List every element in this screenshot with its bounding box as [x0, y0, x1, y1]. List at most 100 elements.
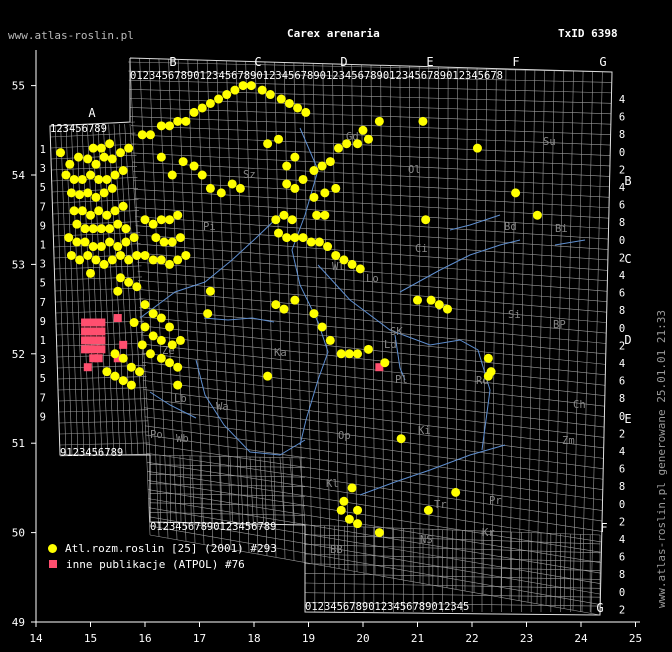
grid-line: [136, 234, 608, 271]
grid-line: [380, 65, 385, 577]
grid-line: [482, 68, 487, 595]
record-atlas: [279, 210, 289, 220]
record-atlas: [325, 157, 335, 167]
record-atlas: [178, 157, 188, 167]
grid-line: [149, 454, 306, 459]
record-atlas: [165, 358, 175, 368]
grid-line: [58, 409, 149, 413]
record-atlas: [88, 143, 98, 153]
record-atlas: [214, 94, 224, 104]
record-atlas: [274, 134, 284, 144]
record-atlas: [353, 139, 363, 149]
record-atlas: [293, 103, 303, 113]
generated-note: www.atlas-roslin.pl generowane 25.01.01 …: [655, 309, 668, 608]
record-atlas: [156, 255, 166, 265]
record-other: [97, 327, 106, 336]
record-atlas: [83, 154, 93, 164]
record-atlas: [165, 322, 175, 332]
record-atlas: [148, 255, 158, 265]
record-atlas: [66, 188, 76, 198]
record-atlas: [189, 161, 199, 171]
region-label: Kl: [326, 478, 339, 490]
record-atlas: [263, 139, 273, 149]
record-atlas: [532, 210, 542, 220]
region-label: Ka: [274, 347, 287, 359]
record-atlas: [99, 188, 109, 198]
record-atlas: [271, 300, 281, 310]
record-atlas: [110, 206, 120, 216]
record-atlas: [197, 103, 207, 113]
record-atlas: [173, 116, 183, 126]
map-title: Carex arenaria: [287, 27, 380, 40]
region-label: Lb: [174, 393, 187, 405]
grid-line: [59, 442, 150, 446]
record-atlas: [290, 152, 300, 162]
atpol-digits-bottom: 01234567890123456789012345: [305, 601, 469, 613]
atpol-digit: 3: [40, 163, 46, 175]
record-atlas: [246, 81, 256, 91]
record-atlas: [423, 505, 433, 515]
record-atlas: [135, 367, 145, 377]
record-atlas: [472, 143, 482, 153]
record-atlas: [181, 250, 191, 260]
yellow-circle-icon: [48, 543, 57, 553]
atpol-letter: A: [88, 106, 96, 120]
river: [554, 239, 586, 246]
grid-line: [189, 455, 192, 523]
x-tick-label: 24: [574, 632, 588, 645]
record-atlas: [126, 380, 136, 390]
atpol-digit: 7: [40, 201, 46, 213]
grid-line: [418, 66, 421, 584]
region-label: Lo: [366, 273, 379, 285]
y-tick-label: 50: [12, 527, 25, 540]
record-atlas: [65, 159, 75, 169]
record-atlas: [110, 170, 120, 180]
atpol-digit: 6: [619, 464, 625, 476]
grid-line: [55, 309, 144, 314]
atpol-digit: 0: [619, 147, 625, 159]
legend-item-other: inne publikacje (ATPOL) #76: [48, 556, 277, 572]
record-atlas: [140, 300, 150, 310]
atpol-digit: 9: [40, 316, 46, 328]
record-atlas: [320, 210, 330, 220]
record-atlas: [118, 166, 128, 176]
record-atlas: [413, 295, 422, 305]
record-atlas: [151, 233, 161, 243]
record-atlas: [105, 139, 115, 149]
record-atlas: [175, 335, 185, 345]
record-other: [94, 354, 103, 363]
atpol-digit: 0: [619, 587, 625, 599]
record-atlas: [94, 206, 104, 216]
atpol-digit: 5: [40, 373, 46, 385]
record-atlas: [353, 349, 363, 359]
record-atlas: [77, 206, 87, 216]
grid-line: [216, 60, 232, 550]
region-label: Zm: [562, 435, 575, 447]
record-atlas: [165, 121, 175, 131]
record-atlas: [309, 192, 319, 202]
record-atlas: [80, 237, 90, 247]
record-atlas: [175, 233, 185, 243]
record-other: [113, 314, 122, 323]
river: [359, 444, 506, 496]
record-atlas: [271, 215, 281, 225]
record-atlas: [353, 505, 363, 515]
record-atlas: [56, 148, 66, 158]
record-atlas: [442, 304, 452, 314]
record-atlas: [353, 519, 363, 529]
record-atlas: [91, 159, 101, 169]
region-label: SK: [390, 326, 403, 338]
record-atlas: [105, 237, 115, 247]
record-atlas: [156, 313, 166, 323]
record-atlas: [121, 224, 131, 234]
record-atlas: [426, 295, 436, 305]
atpol-digits-top: 0123456789012345678901234567890123456789…: [130, 70, 503, 82]
record-atlas: [96, 143, 106, 153]
record-atlas: [88, 242, 98, 252]
record-atlas: [511, 188, 521, 198]
record-atlas: [363, 134, 373, 144]
atpol-letter: G: [599, 55, 606, 69]
record-atlas: [282, 161, 292, 171]
record-atlas: [83, 188, 93, 198]
record-atlas: [99, 259, 109, 269]
